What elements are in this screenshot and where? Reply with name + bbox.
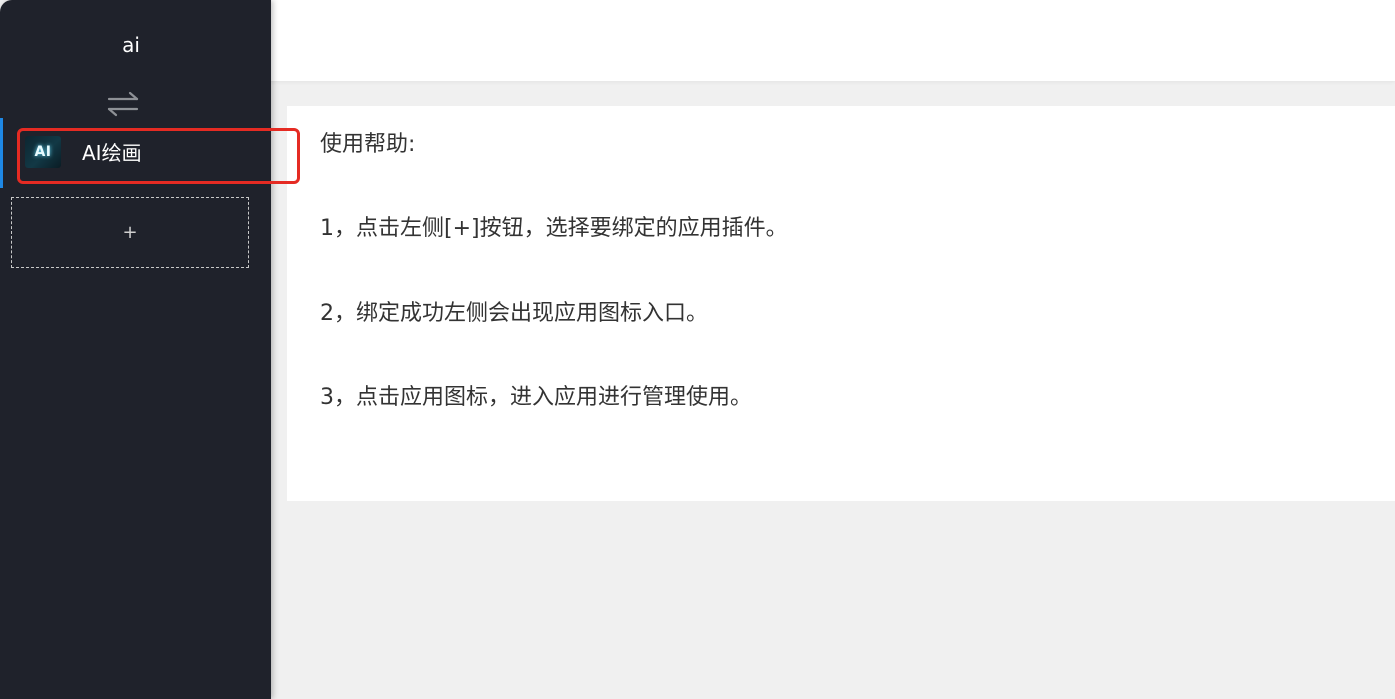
sidebar: ai AI AI绘画 + bbox=[0, 0, 271, 699]
sidebar-item-ai-painting[interactable]: AI AI绘画 bbox=[0, 118, 271, 188]
help-step-2: 2，绑定成功左侧会出现应用图标入口。 bbox=[320, 301, 708, 326]
help-step-3: 3，点击应用图标，进入应用进行管理使用。 bbox=[320, 385, 752, 410]
top-header-bar bbox=[262, 0, 1395, 81]
help-card: 使用帮助: 1，点击左侧[+]按钮，选择要绑定的应用插件。 2，绑定成功左侧会出… bbox=[287, 106, 1395, 501]
active-indicator bbox=[0, 118, 3, 188]
sidebar-item-label: AI绘画 bbox=[82, 141, 142, 165]
help-step-1: 1，点击左侧[+]按钮，选择要绑定的应用插件。 bbox=[320, 216, 788, 241]
add-app-button[interactable]: + bbox=[11, 197, 249, 268]
ai-painting-app-icon: AI bbox=[25, 136, 61, 168]
swap-arrows-icon[interactable] bbox=[104, 88, 142, 120]
app-title: ai bbox=[122, 33, 140, 57]
help-title: 使用帮助: bbox=[320, 132, 416, 157]
